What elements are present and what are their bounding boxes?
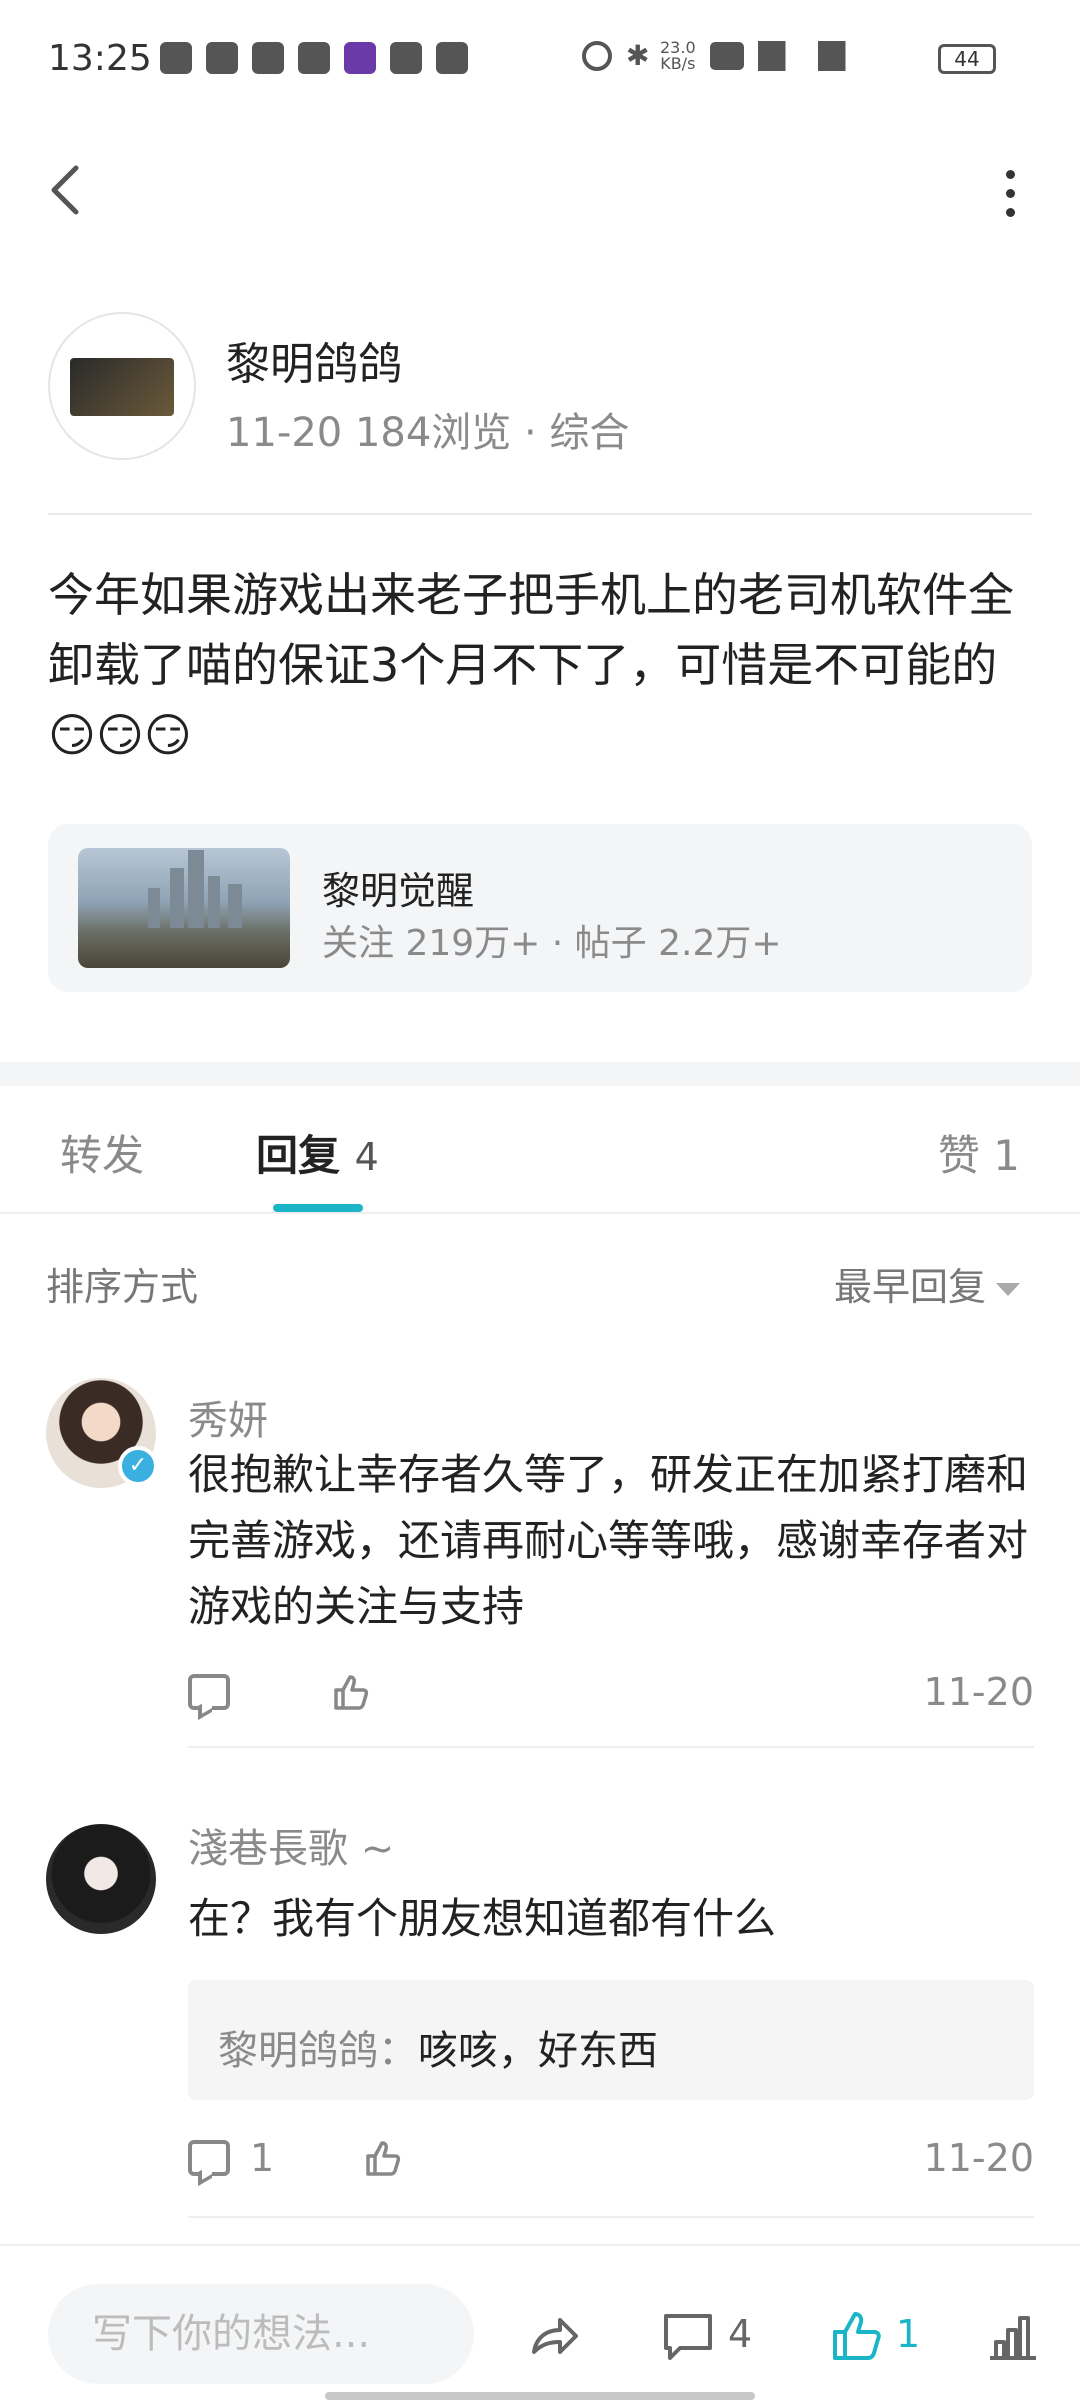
- gamepad-icon: [390, 42, 422, 74]
- comment-actions: 11-20: [188, 1666, 1034, 1726]
- section-separator: [0, 1062, 1080, 1086]
- back-button[interactable]: [46, 160, 86, 220]
- reply-count: 1: [250, 2136, 275, 2180]
- comment-author[interactable]: 秀妍: [188, 1388, 268, 1446]
- comment-actions: 1 11-20: [188, 2132, 1034, 2192]
- alarm-icon: [582, 41, 612, 71]
- home-indicator[interactable]: [325, 2392, 755, 2400]
- like-count: 1: [896, 2312, 921, 2356]
- sort-dropdown[interactable]: 最早回复: [834, 1256, 1020, 1311]
- game-card[interactable]: 黎明觉醒 关注 219万+ · 帖子 2.2万+: [48, 824, 1032, 992]
- sort-value: 最早回复: [833, 1265, 986, 1309]
- tab-like[interactable]: 赞 1: [938, 1122, 1020, 1183]
- tab-reply-label: 回复: [256, 1131, 341, 1180]
- comment-text: 很抱歉让幸存者久等了，研发正在加紧打磨和完善游戏，还请再耐心等等哦，感谢幸存者对…: [188, 1450, 1029, 1631]
- author-name[interactable]: 黎明鸽鸽: [226, 328, 402, 392]
- game-app-icon: [344, 42, 376, 74]
- verified-badge-icon: ✓: [118, 1446, 158, 1486]
- share-icon[interactable]: [526, 2308, 582, 2364]
- comment-input-box[interactable]: [48, 2284, 474, 2384]
- chevron-left-icon: [51, 165, 79, 215]
- battery-icon: 44: [938, 44, 996, 74]
- game-cover-image: [78, 848, 290, 968]
- tab-repost[interactable]: 转发: [60, 1122, 144, 1183]
- crown-icon: [298, 42, 330, 74]
- network-speed: 23.0 KB/s: [660, 40, 696, 72]
- more-dots-icon: [1005, 170, 1015, 179]
- thumbs-up-icon[interactable]: [364, 2138, 404, 2178]
- bar-chart-icon[interactable]: [984, 2308, 1040, 2364]
- divider: [48, 513, 1032, 515]
- reply-icon[interactable]: [188, 2140, 230, 2176]
- signal-4g-icon: [817, 41, 864, 71]
- comment-count: 4: [728, 2312, 753, 2356]
- thumbs-up-icon[interactable]: [830, 2308, 886, 2364]
- comment-date: 11-20: [923, 1670, 1034, 1714]
- comment-text: 在？我有个朋友想知道都有什么: [188, 1894, 777, 1943]
- comment-icon[interactable]: [660, 2308, 716, 2364]
- network-speed-unit: KB/s: [660, 54, 696, 73]
- more-options-button[interactable]: [1000, 170, 1020, 220]
- reply-quote[interactable]: 黎明鸽鸽：咳咳，好东西: [188, 1980, 1034, 2100]
- bottom-action-bar: 4 1: [0, 2244, 1080, 2408]
- wechat-icon: [206, 42, 238, 74]
- reply-icon[interactable]: [188, 1674, 230, 1710]
- comment-author[interactable]: 淺巷長歌 ~: [188, 1816, 394, 1874]
- bluetooth-icon: ✱: [626, 39, 650, 72]
- author-avatar[interactable]: [48, 312, 196, 460]
- avatar-image: [70, 358, 174, 416]
- tab-reply-count: 4: [354, 1135, 379, 1179]
- play-icon: [436, 42, 468, 74]
- quote-author-name: 黎明鸽鸽：: [218, 2028, 418, 2074]
- quote-author: 黎明鸽鸽：咳咳，好东西: [218, 2018, 658, 2076]
- caret-down-icon: [996, 1283, 1020, 1296]
- tab-reply[interactable]: 回复 4: [256, 1122, 379, 1183]
- hd-icon: [709, 42, 744, 70]
- notification-icons: [160, 42, 468, 74]
- game-stats: 关注 219万+ · 帖子 2.2万+: [322, 923, 782, 964]
- game-title: 黎明觉醒: [322, 869, 475, 913]
- divider: [188, 1746, 1034, 1748]
- thumbs-up-icon[interactable]: [332, 1672, 372, 1712]
- comment-date: 11-20: [923, 2136, 1034, 2180]
- post-content: 今年如果游戏出来老子把手机上的老司机软件全卸载了喵的保证3个月不下了，可惜是不可…: [48, 568, 1014, 762]
- status-time: 13:25: [48, 38, 152, 79]
- post-meta: 11-20 184浏览 · 综合: [226, 410, 630, 456]
- signal-5g-icon: [757, 41, 804, 71]
- comment-avatar[interactable]: [46, 1824, 156, 1934]
- active-tab-indicator: [273, 1204, 363, 1212]
- status-bar: 13:25 ✱ 23.0 KB/s 44: [0, 0, 1080, 120]
- system-icons: ✱ 23.0 KB/s: [582, 40, 864, 72]
- qq-icon: [252, 42, 284, 74]
- divider: [0, 1212, 1080, 1214]
- sort-label: 排序方式: [46, 1265, 199, 1309]
- divider: [188, 2216, 1034, 2218]
- quote-text: 咳咳，好东西: [418, 2028, 658, 2074]
- app-notification-icon: [160, 42, 192, 74]
- comment-input[interactable]: [48, 2284, 474, 2384]
